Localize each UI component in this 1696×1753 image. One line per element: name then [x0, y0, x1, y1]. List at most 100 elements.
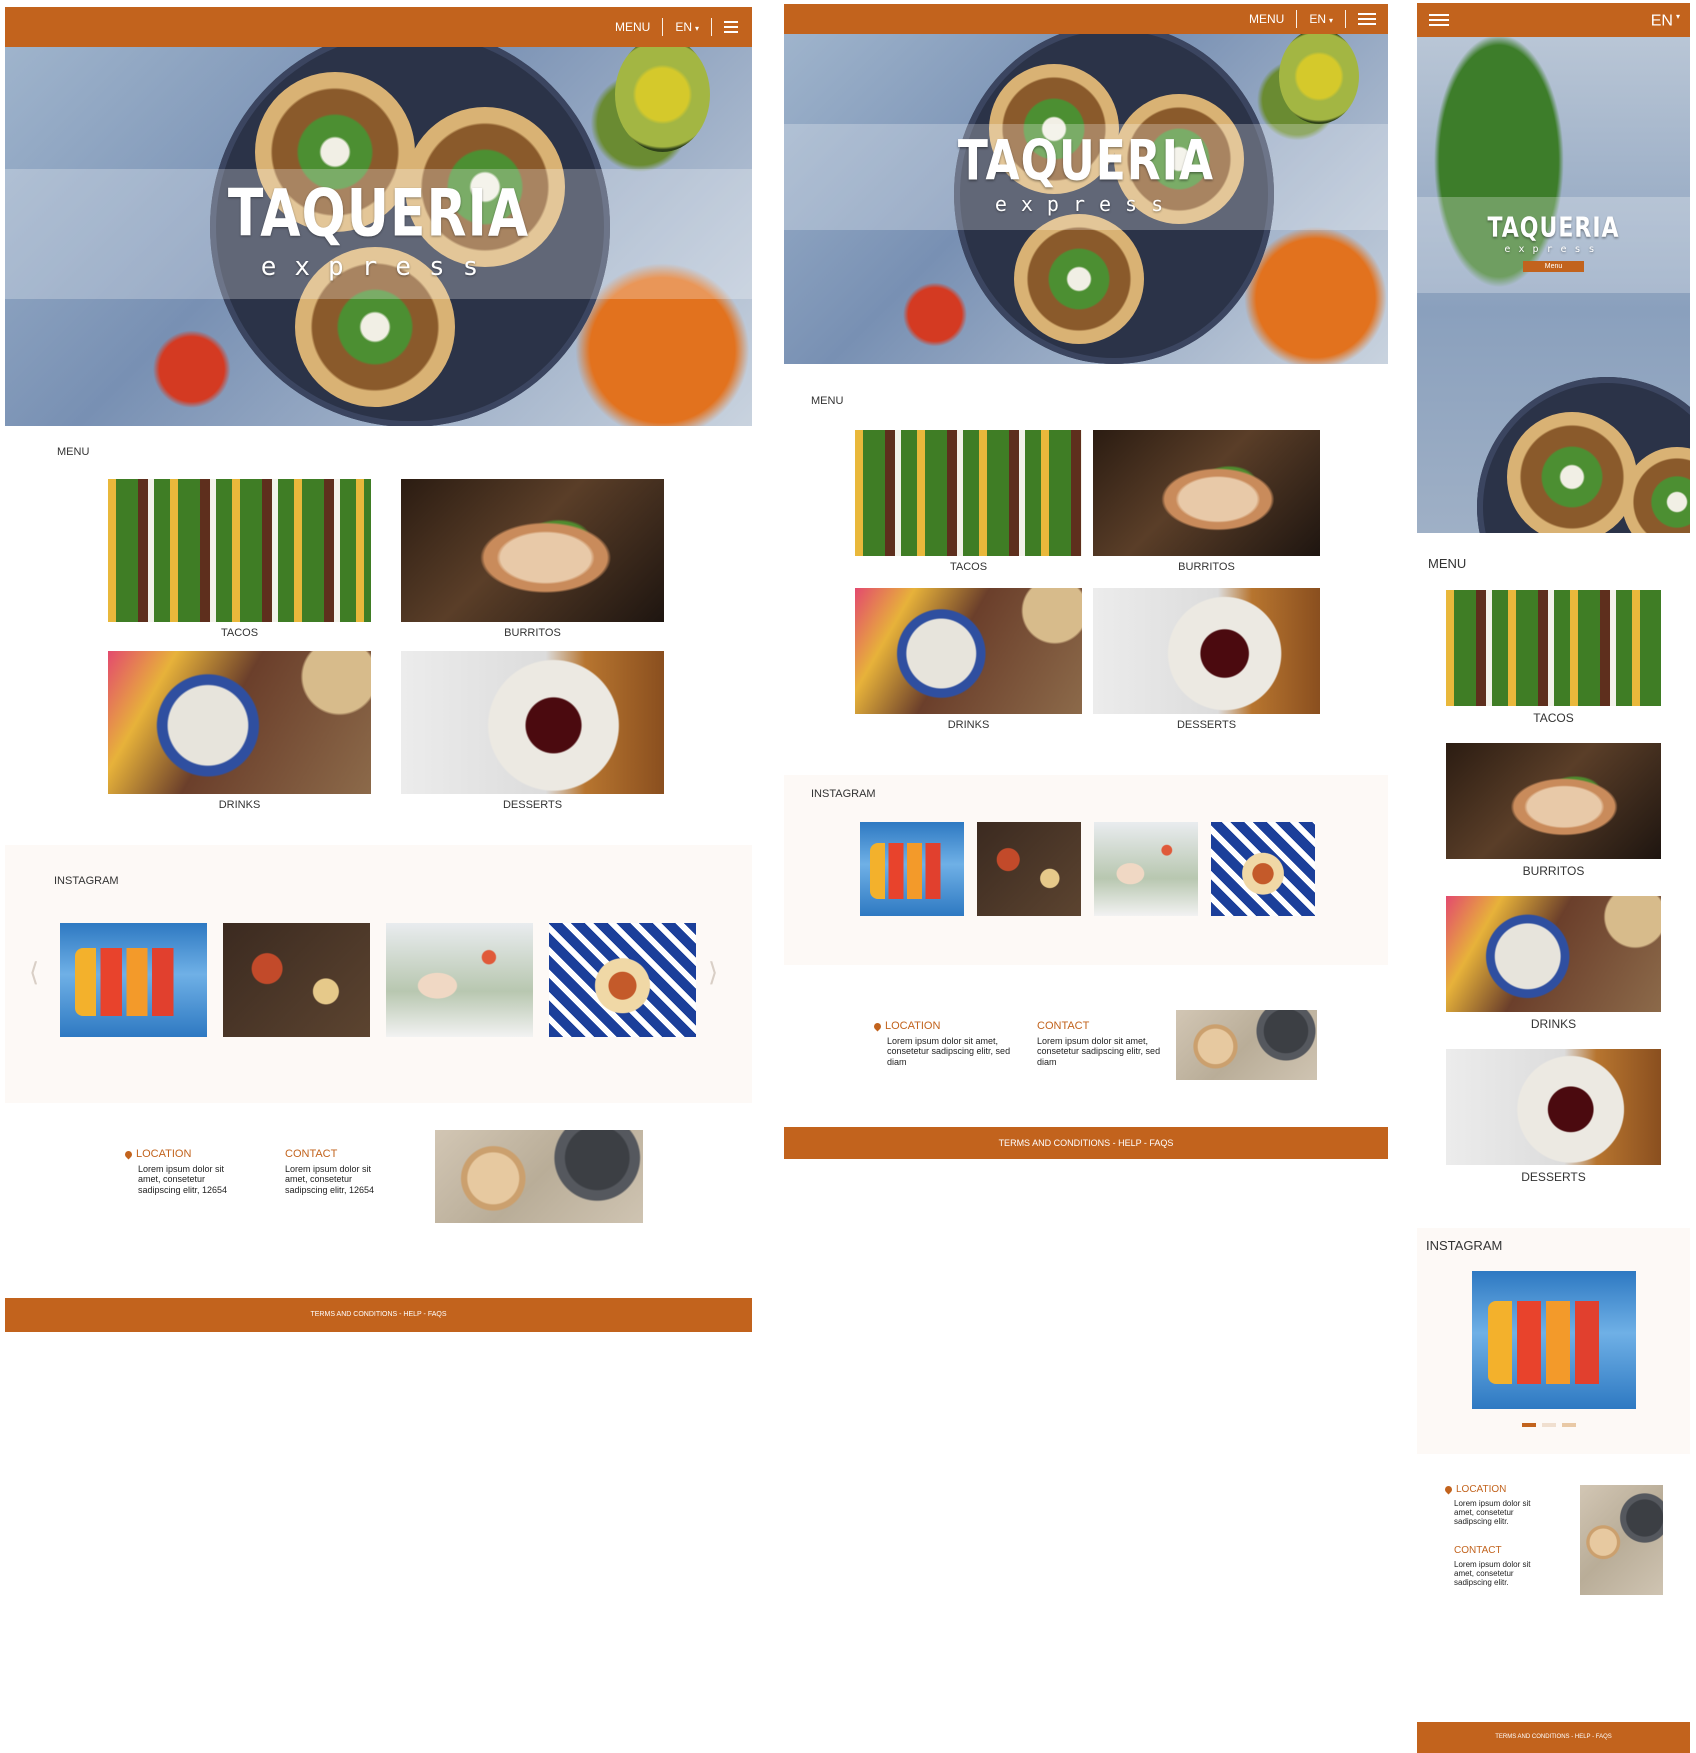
tacos-image — [108, 479, 371, 622]
desserts-image — [1093, 588, 1320, 714]
instagram-section-title: INSTAGRAM — [811, 788, 876, 800]
instagram-post[interactable] — [223, 923, 370, 1037]
carousel-next-arrow[interactable]: ⟩ — [708, 957, 718, 988]
instagram-post[interactable] — [977, 822, 1081, 916]
menu-card-tacos[interactable]: TACOS — [1446, 590, 1661, 725]
footer-links[interactable]: TERMS AND CONDITIONS - HELP - FAQS — [1495, 1734, 1612, 1740]
avocado-image — [615, 47, 710, 152]
menu-card-desserts[interactable]: DESSERTS — [1093, 588, 1320, 731]
hamburger-menu-icon[interactable] — [724, 21, 738, 33]
menu-card-label: DRINKS — [218, 799, 261, 811]
brand-subtitle: express — [1504, 244, 1603, 255]
taco-image — [1507, 412, 1637, 533]
hero-menu-button[interactable]: Menu — [1522, 261, 1585, 272]
menu-card-burritos[interactable]: BURRITOS — [401, 479, 664, 639]
location-heading: LOCATION — [1456, 1484, 1507, 1495]
nav-divider — [662, 18, 664, 36]
burritos-image — [401, 479, 664, 622]
instagram-post[interactable] — [860, 822, 964, 916]
menu-card-label: BURRITOS — [504, 627, 561, 639]
menu-card-drinks[interactable]: DRINKS — [1446, 896, 1661, 1031]
instagram-post[interactable] — [1472, 1271, 1636, 1409]
instagram-section-title: INSTAGRAM — [1426, 1238, 1503, 1253]
footer-bar: TERMS AND CONDITIONS - HELP - FAQS — [1417, 1722, 1690, 1753]
contact-heading: CONTACT — [1454, 1544, 1502, 1556]
brand-title: TAQUERIA — [1487, 212, 1620, 244]
tablet-layout: MENU EN ▾ TAQUERIA express MENU TACOS BUR… — [784, 0, 1388, 1160]
menu-card-label: DRINKS — [947, 719, 990, 731]
menu-card-drinks[interactable]: DRINKS — [855, 588, 1082, 731]
carousel-dot-active[interactable] — [1522, 1423, 1536, 1427]
menu-card-drinks[interactable]: DRINKS — [108, 651, 371, 811]
instagram-post[interactable] — [549, 923, 696, 1037]
hero-title-band: TAQUERIA express Menu — [1417, 197, 1690, 293]
menu-section-title: MENU — [1428, 556, 1467, 571]
language-dropdown[interactable]: EN ▾ — [1651, 12, 1680, 30]
instagram-section: INSTAGRAM — [784, 775, 1388, 965]
burritos-image — [1446, 743, 1661, 859]
location-text: Lorem ipsum dolor sit amet, consetetur s… — [887, 1036, 1011, 1067]
menu-card-tacos[interactable]: TACOS — [108, 479, 371, 639]
drinks-image — [855, 588, 1082, 714]
menu-card-label: DESSERTS — [1521, 1170, 1586, 1184]
menu-card-burritos[interactable]: BURRITOS — [1446, 743, 1661, 878]
brand-subtitle: express — [994, 192, 1178, 216]
menu-card-label: DESSERTS — [1176, 719, 1237, 731]
menu-card-label: TACOS — [949, 561, 988, 573]
instagram-post[interactable] — [1094, 822, 1198, 916]
brand-subtitle: express — [260, 252, 497, 282]
menu-card-burritos[interactable]: BURRITOS — [1093, 430, 1320, 573]
nav-links: MENU EN ▾ — [615, 7, 738, 47]
menu-card-label: DRINKS — [1530, 1017, 1577, 1031]
nav-divider — [711, 18, 712, 36]
caret-down-icon: ▾ — [694, 24, 699, 33]
menu-card-label: TACOS — [220, 627, 259, 639]
drinks-image — [1446, 896, 1661, 1012]
caret-down-icon: ▾ — [1675, 12, 1680, 21]
footer-links[interactable]: TERMS AND CONDITIONS - HELP - FAQS — [310, 1311, 446, 1318]
mobile-layout: EN ▾ TAQUERIA express Menu MENU TACOS BUR… — [1417, 0, 1690, 1753]
menu-card-label: DESSERTS — [502, 799, 563, 811]
map-pin-icon — [123, 1149, 134, 1159]
location-text: Lorem ipsum dolor sit amet, consetetur s… — [138, 1164, 228, 1195]
instagram-post[interactable] — [386, 923, 533, 1037]
carousel-dot[interactable] — [1562, 1423, 1576, 1427]
menu-card-desserts[interactable]: DESSERTS — [401, 651, 664, 811]
menu-card-tacos[interactable]: TACOS — [855, 430, 1082, 573]
location-heading: LOCATION — [136, 1148, 192, 1160]
hamburger-menu-icon[interactable] — [1429, 14, 1449, 26]
map-pin-icon — [872, 1021, 883, 1031]
carousel-prev-arrow[interactable]: ⟨ — [29, 957, 39, 988]
menu-card-label: TACOS — [1533, 711, 1574, 725]
hero-title-band: TAQUERIA express — [5, 169, 752, 299]
hamburger-menu-icon[interactable] — [1358, 13, 1376, 25]
taco-image — [1014, 214, 1144, 344]
contact-text: Lorem ipsum dolor sit amet, consetetur s… — [285, 1164, 375, 1195]
tortilla-image — [1580, 1485, 1663, 1595]
carousel-dot[interactable] — [1542, 1423, 1556, 1427]
contact-block: CONTACT Lorem ipsum dolor sit amet, cons… — [285, 1148, 395, 1195]
menu-card-label: BURRITOS — [1178, 561, 1235, 573]
nav-links: MENU EN ▾ — [1249, 4, 1376, 34]
contact-text: Lorem ipsum dolor sit amet, consetetur s… — [1037, 1036, 1161, 1067]
top-navbar: MENU EN ▾ — [5, 7, 752, 47]
avocado-image — [1279, 34, 1359, 124]
hero-banner: TAQUERIA express Menu — [1417, 37, 1690, 533]
instagram-post[interactable] — [60, 923, 207, 1037]
hero-banner: TAQUERIA express — [5, 47, 752, 426]
tacos-image — [855, 430, 1082, 556]
location-block: LOCATION Lorem ipsum dolor sit amet, con… — [1443, 1484, 1549, 1587]
menu-section-title: MENU — [811, 395, 844, 407]
footer-links[interactable]: TERMS AND CONDITIONS - HELP - FAQS — [999, 1138, 1174, 1148]
hero-banner: TAQUERIA express — [784, 34, 1388, 364]
language-dropdown[interactable]: EN ▾ — [675, 20, 699, 34]
instagram-section-title: INSTAGRAM — [54, 875, 119, 887]
menu-section-title: MENU — [57, 446, 90, 458]
menu-card-desserts[interactable]: DESSERTS — [1446, 1049, 1661, 1184]
tortilla-image — [1176, 1010, 1317, 1080]
instagram-post[interactable] — [1211, 822, 1315, 916]
nav-menu-link[interactable]: MENU — [1249, 12, 1284, 26]
instagram-section: INSTAGRAM ⟨ ⟩ — [5, 845, 752, 1103]
language-dropdown[interactable]: EN ▾ — [1309, 12, 1333, 26]
nav-menu-link[interactable]: MENU — [615, 20, 650, 34]
